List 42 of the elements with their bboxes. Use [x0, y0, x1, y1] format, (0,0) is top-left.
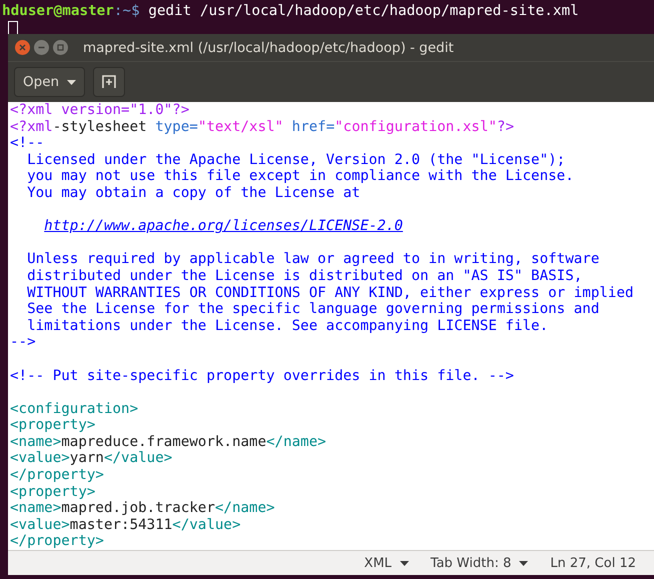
- code-line: limitations under the License. See accompanying LICENSE file.: [26, 318, 550, 334]
- prompt-path: :~$: [114, 3, 140, 20]
- language-selector[interactable]: XML: [364, 556, 409, 571]
- code-line: http://www.apache.org/licenses/LICENSE-2.0: [43, 218, 404, 235]
- prompt-user: hduser@master: [2, 3, 114, 20]
- minimize-icon: [38, 44, 45, 51]
- code-line: Licensed under the Apache License, Version 2.0 (the "License");: [26, 152, 566, 168]
- code-line: Unless required by applicable law or agreed to in writing, software: [26, 251, 600, 268]
- caret-icon: [519, 560, 528, 566]
- code-line: you may not use this file except in compliance with the License.: [26, 168, 575, 185]
- close-icon: [19, 44, 26, 51]
- code-line: <value>yarn</value>: [10, 450, 174, 468]
- code-line: <?xml version="1.0"?>: [10, 102, 190, 119]
- code-line: <!--: [10, 135, 46, 152]
- code-line: <property>: [10, 417, 96, 434]
- new-tab-icon: [102, 75, 116, 89]
- code-line: <?xml-stylesheet type="text/xsl" href="configuration.xsl"?>: [10, 118, 516, 136]
- minimize-button[interactable]: [34, 40, 49, 55]
- terminal-command: gedit /usr/local/hadoop/etc/hadoop/mapred-site.xml: [147, 3, 579, 20]
- code-line: distributed under the License is distributed on an "AS IS" BASIS,: [26, 268, 584, 285]
- new-tab-button[interactable]: [93, 67, 126, 97]
- code-line: <configuration>: [10, 400, 140, 418]
- code-line: <name>mapreduce.framework.name</name>: [10, 434, 328, 450]
- code-line: WITHOUT WARRANTIES OR CONDITIONS OF ANY KIND, either express or implied: [26, 284, 635, 302]
- open-button[interactable]: Open: [14, 67, 86, 97]
- code-line: </property>: [10, 467, 105, 484]
- code-line: -->: [10, 334, 37, 351]
- close-button[interactable]: [15, 40, 30, 55]
- maximize-button[interactable]: [53, 40, 68, 55]
- maximize-icon: [57, 44, 64, 51]
- code-line: <value>master:54311</value>: [10, 516, 242, 534]
- code-line: </property>: [10, 533, 105, 550]
- code-line: You may obtain a copy of the License at: [26, 184, 362, 202]
- code-line: <name>mapred.job.tracker</name>: [10, 500, 276, 517]
- window-title: mapred-site.xml (/usr/local/hadoop/etc/hadoop) - gedit: [83, 40, 454, 56]
- caret-icon: [400, 560, 409, 566]
- code-line: <!-- Put site-specific property overrides in this file. -->: [10, 368, 515, 384]
- tab-width-selector[interactable]: Tab Width: 8: [430, 556, 528, 571]
- caret-icon: [67, 80, 76, 84]
- code-line: See the License for the specific language governing permissions and: [26, 301, 600, 318]
- code-line: <property>: [10, 484, 96, 500]
- cursor-position: Ln 27, Col 12: [550, 556, 636, 571]
